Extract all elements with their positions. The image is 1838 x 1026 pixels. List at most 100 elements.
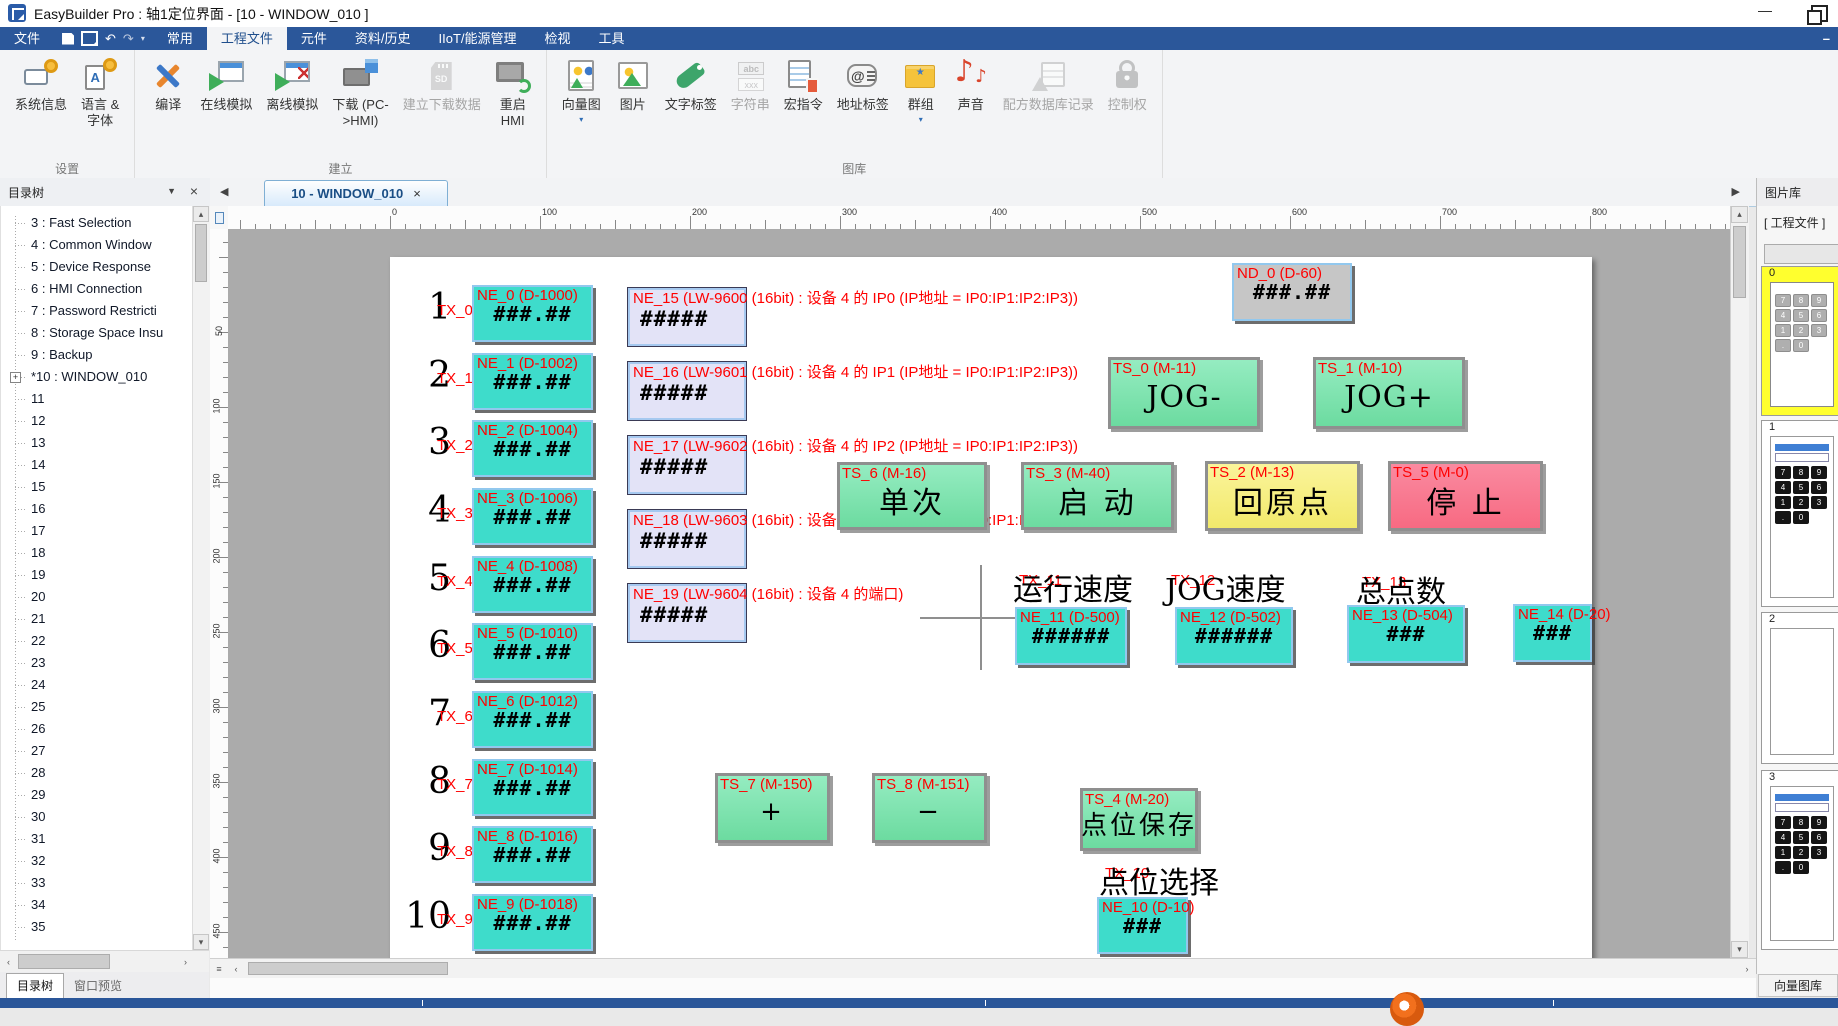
canvas-numeric-display-NE_0[interactable]: NE_0 (D-1000)###.## bbox=[472, 285, 593, 342]
undo-icon[interactable]: ↶ bbox=[105, 32, 116, 45]
canvas-numeric-display-NE_16[interactable]: NE_16 (LW-9601 (16bit) : 设备 4 的 IP1 (IP地… bbox=[628, 362, 746, 420]
library-thumbnail-1[interactable]: 1789456123.0 bbox=[1761, 420, 1838, 607]
canvas-numeric-display-NE_5[interactable]: NE_5 (D-1010)###.## bbox=[472, 623, 593, 680]
tree-item-30[interactable]: 30 bbox=[1, 806, 193, 828]
canvas-numeric-display-NE_9[interactable]: NE_9 (D-1018)###.## bbox=[472, 894, 593, 951]
menu-tab-资料/历史[interactable]: 资料/历史 bbox=[341, 27, 425, 50]
canvas-numeric-display-NE_2[interactable]: NE_2 (D-1004)###.## bbox=[472, 420, 593, 477]
tree-item-12[interactable]: 12 bbox=[1, 410, 193, 432]
panel-tab-目录树[interactable]: 目录树 bbox=[6, 973, 64, 998]
tree-item-23[interactable]: 23 bbox=[1, 652, 193, 674]
design-workspace[interactable]: 1TX_0NE_0 (D-1000)###.##2TX_1NE_1 (D-100… bbox=[228, 229, 1730, 958]
panel-dropdown-icon[interactable]: ▼ bbox=[167, 186, 176, 196]
tree-item-32[interactable]: 32 bbox=[1, 850, 193, 872]
tree-item-11[interactable]: 11 bbox=[1, 388, 193, 410]
easybuilder-logo[interactable] bbox=[1390, 992, 1424, 1026]
canvas-button-TS_5[interactable]: TS_5 (M-0)停 止 bbox=[1388, 461, 1543, 531]
canvas-numeric-display-NE_11[interactable]: NE_11 (D-500)###### bbox=[1015, 607, 1127, 665]
canvas-numeric-display-NE_1[interactable]: NE_1 (D-1002)###.## bbox=[472, 353, 593, 410]
ribbon-button-vector-image[interactable]: 向量图▾ bbox=[555, 56, 608, 126]
tab-window-010[interactable]: 10 - WINDOW_010 × bbox=[264, 180, 448, 206]
panel-tab-窗口预览[interactable]: 窗口预览 bbox=[63, 974, 133, 996]
ribbon-button-download[interactable]: 下载 (PC- >HMI) bbox=[325, 56, 395, 131]
canvas-numeric-display-NE_12[interactable]: NE_12 (D-502)###### bbox=[1175, 607, 1293, 665]
ribbon-button-sound[interactable]: 声音 bbox=[946, 56, 996, 115]
save-icon[interactable] bbox=[62, 33, 74, 45]
canvas-numeric-display-NE_3[interactable]: NE_3 (D-1006)###.## bbox=[472, 488, 593, 545]
scroll-left-icon[interactable]: ‹ bbox=[1, 953, 16, 970]
tree-item-*10 : WINDOW_010[interactable]: +*10 : WINDOW_010 bbox=[1, 366, 193, 388]
tree-item-18[interactable]: 18 bbox=[1, 542, 193, 564]
redo-icon[interactable]: ↷ bbox=[123, 32, 134, 45]
menu-tab-工具[interactable]: 工具 bbox=[585, 27, 639, 50]
tree-item-6 : HMI Connection[interactable]: 6 : HMI Connection bbox=[1, 278, 193, 300]
canvas-horizontal-scrollbar[interactable]: ≡ ‹ › bbox=[210, 958, 1756, 979]
canvas-numeric-display-NE_7[interactable]: NE_7 (D-1014)###.## bbox=[472, 759, 593, 816]
canvas-numeric-display-NE_10[interactable]: NE_10 (D-10)### bbox=[1097, 897, 1188, 954]
tab-scroll-right-icon[interactable]: ▶ bbox=[1732, 185, 1740, 198]
tree-item-9 : Backup[interactable]: 9 : Backup bbox=[1, 344, 193, 366]
tree-item-5 : Device Response[interactable]: 5 : Device Response bbox=[1, 256, 193, 278]
canvas-numeric-display-NE_4[interactable]: NE_4 (D-1008)###.## bbox=[472, 556, 593, 613]
library-thumbnail-3[interactable]: 3789456123.0 bbox=[1761, 770, 1838, 950]
ribbon-button-text-tag[interactable]: 文字标签 bbox=[658, 56, 724, 115]
canvas-numeric-display-NE_14[interactable]: NE_14 (D-20)### bbox=[1513, 604, 1592, 662]
tree-item-31[interactable]: 31 bbox=[1, 828, 193, 850]
tree-item-35[interactable]: 35 bbox=[1, 916, 193, 938]
menu-tab-元件[interactable]: 元件 bbox=[287, 27, 341, 50]
tab-close-icon[interactable]: × bbox=[413, 186, 421, 201]
canvas-button-TS_4[interactable]: TS_4 (M-20)点位保存 bbox=[1080, 788, 1198, 851]
tab-scroll-left-icon[interactable]: ◀ bbox=[220, 185, 228, 198]
scroll-up-icon[interactable]: ▴ bbox=[193, 206, 209, 222]
canvas-numeric-display-NE_6[interactable]: NE_6 (D-1012)###.## bbox=[472, 691, 593, 748]
scroll-down-icon[interactable]: ▾ bbox=[193, 934, 209, 950]
tree-vertical-scrollbar[interactable]: ▴ ▾ bbox=[192, 206, 210, 950]
canvas-numeric-display-NE_15[interactable]: NE_15 (LW-9600 (16bit) : 设备 4 的 IP0 (IP地… bbox=[628, 288, 746, 346]
menu-tab-检视[interactable]: 检视 bbox=[531, 27, 585, 50]
ribbon-button-language-font[interactable]: 语言 & 字体 bbox=[74, 56, 126, 131]
canvas-numeric-display-NE_17[interactable]: NE_17 (LW-9602 (16bit) : 设备 4 的 IP2 (IP地… bbox=[628, 436, 746, 494]
ribbon-button-recipe-db[interactable]: 配方数据库记录 bbox=[996, 56, 1101, 115]
scroll-right-icon[interactable]: › bbox=[1739, 960, 1755, 977]
tree-item-28[interactable]: 28 bbox=[1, 762, 193, 784]
tree-item-29[interactable]: 29 bbox=[1, 784, 193, 806]
canvas-numeric-display-NE_13[interactable]: NE_13 (D-504)### bbox=[1347, 605, 1465, 663]
tree-item-19[interactable]: 19 bbox=[1, 564, 193, 586]
library-thumbnail-2[interactable]: 2 bbox=[1761, 612, 1838, 764]
canvas-button-TS_0[interactable]: TS_0 (M-11)JOG- bbox=[1108, 357, 1260, 429]
tree-item-24[interactable]: 24 bbox=[1, 674, 193, 696]
scroll-down-icon[interactable]: ▾ bbox=[1731, 941, 1748, 958]
tree-item-14[interactable]: 14 bbox=[1, 454, 193, 476]
ribbon-button-reboot[interactable]: 重启 HMI bbox=[488, 56, 538, 131]
canvas-text-label[interactable]: 点位选择 bbox=[1099, 858, 1219, 902]
splitter-icon[interactable]: ≡ bbox=[211, 960, 227, 977]
expand-plus-icon[interactable]: + bbox=[10, 372, 21, 383]
canvas-numeric-display-ND_0[interactable]: ND_0 (D-60)###.## bbox=[1232, 263, 1352, 321]
tree-item-27[interactable]: 27 bbox=[1, 740, 193, 762]
ribbon-button-string[interactable]: 字符串 bbox=[724, 56, 777, 115]
minimize-button[interactable]: — bbox=[1758, 2, 1772, 18]
menu-tab-常用[interactable]: 常用 bbox=[153, 27, 207, 50]
menu-tab-工程文件[interactable]: 工程文件 bbox=[207, 27, 287, 50]
canvas-button-TS_1[interactable]: TS_1 (M-10)JOG+ bbox=[1313, 357, 1465, 429]
tree-item-33[interactable]: 33 bbox=[1, 872, 193, 894]
vector-library-tab[interactable]: 向量图库 bbox=[1758, 974, 1838, 997]
menu-tab-文件[interactable]: 文件 bbox=[0, 27, 54, 50]
tree-item-15[interactable]: 15 bbox=[1, 476, 193, 498]
ribbon-button-compile[interactable]: 编译 bbox=[143, 56, 193, 115]
ribbon-button-online-sim[interactable]: 在线模拟 bbox=[193, 56, 259, 115]
canvas-text-label[interactable]: JOG速度 bbox=[1165, 565, 1286, 609]
canvas-button-TS_2[interactable]: TS_2 (M-13)回原点 bbox=[1205, 461, 1360, 531]
canvas-numeric-display-NE_19[interactable]: NE_19 (LW-9604 (16bit) : 设备 4 的端口)##### bbox=[628, 584, 746, 642]
ribbon-button-macro[interactable]: 宏指令 bbox=[777, 56, 830, 115]
ribbon-button-address-tag[interactable]: 地址标签 bbox=[830, 56, 896, 115]
tree-item-17[interactable]: 17 bbox=[1, 520, 193, 542]
library-thumbnail-0[interactable]: 0789456123.0 bbox=[1761, 266, 1838, 416]
tree-item-13[interactable]: 13 bbox=[1, 432, 193, 454]
canvas-vertical-scrollbar[interactable]: ▴ ▾ bbox=[1730, 206, 1749, 958]
tree-item-34[interactable]: 34 bbox=[1, 894, 193, 916]
tree-item-3 : Fast Selection[interactable]: 3 : Fast Selection bbox=[1, 212, 193, 234]
scrollbar-thumb[interactable] bbox=[1733, 226, 1746, 298]
ribbon-button-system-info[interactable]: 系统信息 bbox=[8, 56, 74, 115]
tree-item-26[interactable]: 26 bbox=[1, 718, 193, 740]
